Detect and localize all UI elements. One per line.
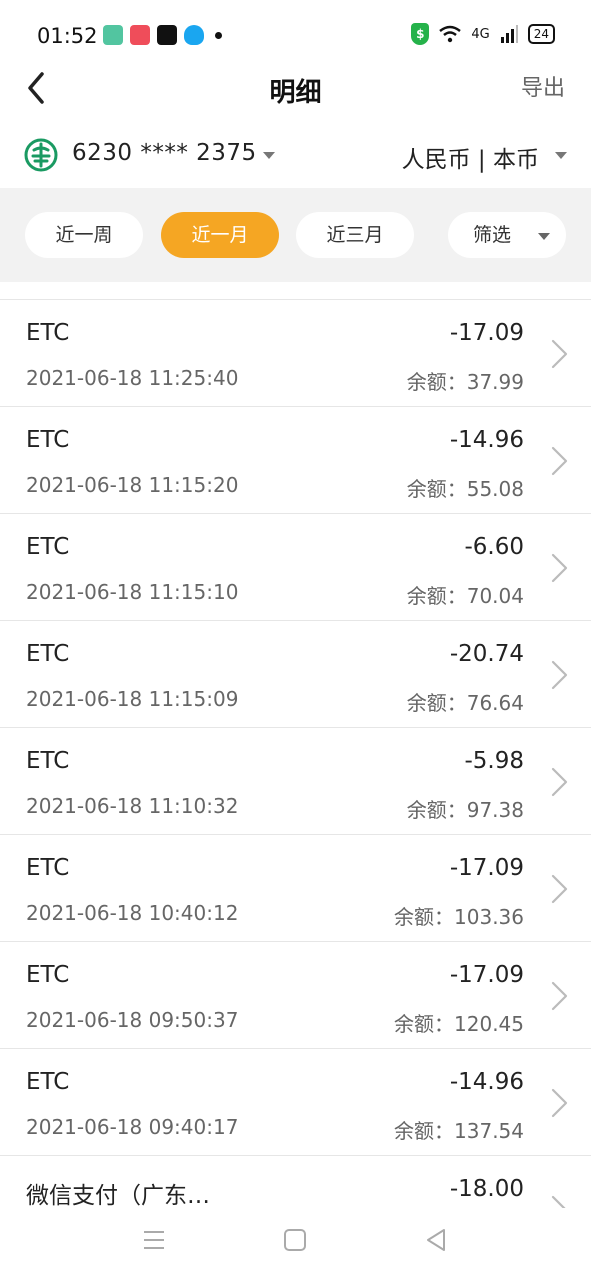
transaction-name: ETC: [26, 1069, 70, 1095]
chevron-right-icon: [551, 874, 568, 904]
transaction-name: ETC: [26, 641, 70, 667]
transaction-amount: -17.09: [449, 855, 524, 881]
transaction-date: 2021-06-18 11:15:10: [26, 580, 239, 604]
transaction-date: 2021-06-18 11:10:32: [26, 794, 239, 818]
chevron-right-icon: [551, 981, 568, 1011]
transaction-row[interactable]: ETC 2021-06-18 09:40:17 -14.96 余额：137.54: [0, 1049, 591, 1156]
transaction-date: 2021-06-18 09:50:37: [26, 1008, 239, 1032]
transaction-name: ETC: [26, 427, 70, 453]
transaction-list[interactable]: ETC 2021-06-18 11:25:40 -17.09 余额：37.99 ETC 2…: [0, 299, 591, 1209]
filter-options-label: 筛选: [472, 224, 511, 246]
status-indicators: $ 4G 24: [411, 23, 555, 45]
transaction-row[interactable]: ETC 2021-06-18 11:15:09 -20.74 余额：76.64: [0, 621, 591, 728]
account-selector-row: 6230 **** 2375 人民币 | 本币: [0, 128, 591, 182]
transaction-balance: 余额：120.45: [394, 1012, 524, 1036]
transaction-balance: 余额：70.04: [406, 584, 524, 608]
transaction-name: ETC: [26, 962, 70, 988]
chevron-right-icon: [551, 767, 568, 797]
transaction-amount: -5.98: [464, 748, 524, 774]
chevron-right-icon: [551, 1088, 568, 1118]
transaction-date: 2021-06-18 11:15:09: [26, 687, 239, 711]
filter-options-button[interactable]: 筛选: [448, 212, 566, 258]
transaction-name: ETC: [26, 748, 70, 774]
currency-dropdown-icon[interactable]: [555, 152, 567, 159]
more-notifications-dot: [215, 31, 222, 39]
transaction-row[interactable]: ETC 2021-06-18 11:10:32 -5.98 余额：97.38: [0, 728, 591, 835]
status-time: 01:52: [37, 24, 98, 48]
chevron-right-icon: [551, 1195, 567, 1209]
status-app-icons: [103, 25, 222, 45]
wifi-icon: [439, 25, 462, 43]
transaction-row[interactable]: ETC 2021-06-18 11:25:40 -17.09 余额：37.99: [0, 300, 591, 407]
filter-dropdown-icon: [538, 233, 550, 240]
currency-selector[interactable]: 人民币 | 本币: [402, 140, 539, 174]
transaction-amount: -6.60: [464, 534, 524, 560]
transaction-row[interactable]: ETC 2021-06-18 11:15:10 -6.60 余额：70.04: [0, 514, 591, 621]
nav-back-icon[interactable]: [424, 1228, 448, 1252]
chevron-right-icon: [551, 446, 568, 476]
security-shield-icon: $: [411, 23, 430, 45]
transaction-balance: 余额：55.08: [406, 477, 524, 501]
chevron-right-icon: [551, 553, 568, 583]
transaction-amount: -14.96: [449, 1069, 524, 1095]
transaction-balance: 余额：76.64: [406, 691, 524, 715]
transaction-row[interactable]: ETC 2021-06-18 09:50:37 -17.09 余额：120.45: [0, 942, 591, 1049]
transaction-balance: 余额：137.54: [394, 1119, 524, 1143]
battery-icon: 24: [527, 24, 555, 44]
transaction-date: 2021-06-18 11:25:40: [26, 366, 239, 390]
transaction-amount: -20.74: [449, 641, 524, 667]
signal-icon: [500, 25, 518, 43]
transaction-name: ETC: [26, 855, 70, 881]
recent-apps-icon[interactable]: [143, 1230, 165, 1250]
date-filter-bar: 近一周 近一月 近三月 筛选: [0, 188, 591, 282]
tiktok-icon: [157, 25, 177, 45]
transaction-name: 微信支付（广东…: [26, 1183, 210, 1209]
transaction-row[interactable]: ETC 2021-06-18 10:40:12 -17.09 余额：103.36: [0, 835, 591, 942]
transaction-amount: -17.09: [449, 962, 524, 988]
network-type: 4G: [471, 26, 490, 42]
filter-three-months-button[interactable]: 近三月: [296, 212, 414, 258]
account-number-selector[interactable]: 6230 **** 2375: [72, 140, 257, 166]
app-notification-icon: [103, 25, 123, 45]
system-navigation-bar: [0, 1208, 591, 1280]
filter-week-button[interactable]: 近一周: [25, 212, 143, 258]
transaction-balance: 余额：37.99: [406, 370, 524, 394]
chevron-right-icon: [551, 660, 568, 690]
filter-month-button[interactable]: 近一月: [161, 212, 279, 258]
app-header: 明细 导出: [0, 56, 591, 120]
transaction-name: ETC: [26, 320, 70, 346]
page-title: 明细: [269, 78, 322, 108]
transaction-balance: 余额：103.36: [394, 905, 524, 929]
qq-icon: [184, 25, 204, 45]
transaction-date: 2021-06-18 11:15:20: [26, 473, 239, 497]
transaction-amount: -17.09: [449, 320, 524, 346]
bank-logo-icon: [24, 138, 58, 172]
transaction-balance: 余额：97.38: [406, 798, 524, 822]
account-dropdown-icon[interactable]: [263, 152, 275, 159]
transaction-row[interactable]: 微信支付（广东… -18.00: [0, 1156, 591, 1209]
transaction-amount: -18.00: [449, 1176, 524, 1202]
chevron-right-icon: [551, 339, 568, 369]
app-notification-icon: [130, 25, 150, 45]
transaction-name: ETC: [26, 534, 70, 560]
home-icon[interactable]: [284, 1229, 306, 1251]
export-button[interactable]: 导出: [521, 70, 565, 102]
transaction-date: 2021-06-18 10:40:12: [26, 901, 239, 925]
transaction-row[interactable]: ETC 2021-06-18 11:15:20 -14.96 余额：55.08: [0, 407, 591, 514]
transaction-date: 2021-06-18 09:40:17: [26, 1115, 239, 1139]
transaction-amount: -14.96: [449, 427, 524, 453]
